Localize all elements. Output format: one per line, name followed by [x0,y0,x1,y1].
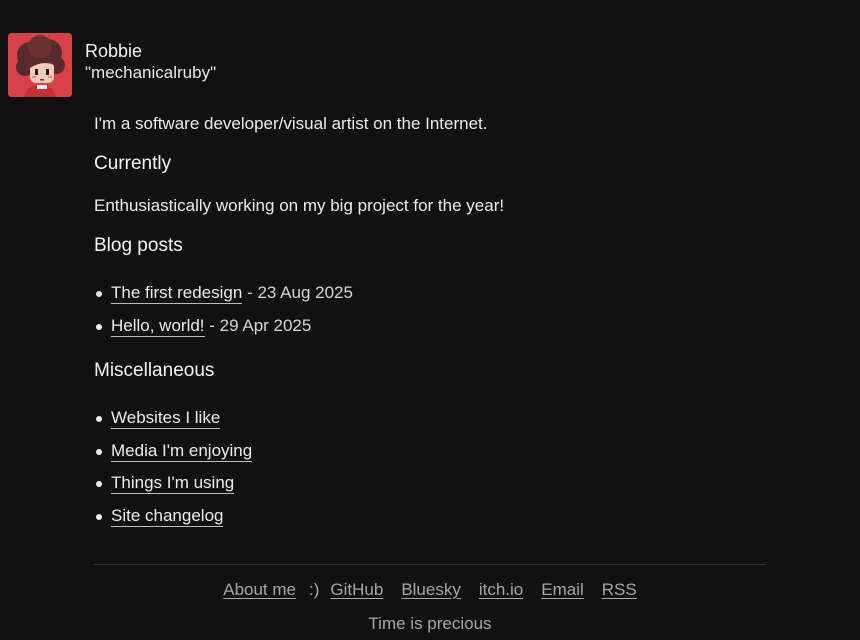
currently-heading: Currently [94,153,172,174]
avatar [8,33,72,97]
footer-link-email[interactable]: Email [541,580,584,599]
footer-divider [94,564,766,565]
intro-text: I'm a software developer/visual artist o… [94,114,488,133]
profile-name: Robbie [85,41,143,61]
avatar-character-icon [8,33,72,97]
list-item: Things I'm using [94,473,252,506]
blog-post-date: - 29 Apr 2025 [204,315,312,335]
footer-link-bluesky[interactable]: Bluesky [401,580,461,599]
list-item: Hello, world! - 29 Apr 2025 [94,315,353,349]
misc-link-things[interactable]: Things I'm using [111,473,235,494]
footer-link-rss[interactable]: RSS [602,580,637,599]
list-item: Site changelog [94,505,252,539]
page: Robbie "mechanicalruby" I'm a software d… [0,0,860,640]
currently-text: Enthusiastically working on my big proje… [94,196,505,215]
profile-header: Robbie "mechanicalruby" [8,33,216,97]
blog-post-date: - 23 Aug 2025 [242,283,353,302]
misc-list: Websites I like Media I'm enjoying Thing… [94,408,253,539]
footer-tagline: Time is precious [368,614,492,633]
blog-post-link[interactable]: Hello, world! [111,315,205,337]
list-item: Media I'm enjoying [94,440,253,474]
profile-handle: "mechanicalruby" [85,63,217,82]
footer-link-about[interactable]: About me [223,580,296,599]
blog-post-link[interactable]: The first redesign [111,283,243,304]
footer-link-github[interactable]: GitHub [330,580,383,599]
misc-link-media[interactable]: Media I'm enjoying [111,440,253,462]
list-item: The first redesign - 23 Aug 2025 [94,283,353,316]
footer-nav: About me:) GitHub Bluesky itch.io Email RSS [0,580,860,600]
footer-link-itchio[interactable]: itch.io [479,580,523,599]
misc-link-changelog[interactable]: Site changelog [111,505,224,527]
footer-smile: :) [309,580,320,599]
blog-heading: Blog posts [94,235,183,256]
misc-link-websites[interactable]: Websites I like [111,408,221,429]
blog-post-list: The first redesign - 23 Aug 2025 Hello, … [94,283,353,348]
misc-heading: Miscellaneous [94,360,215,381]
list-item: Websites I like [94,408,252,441]
